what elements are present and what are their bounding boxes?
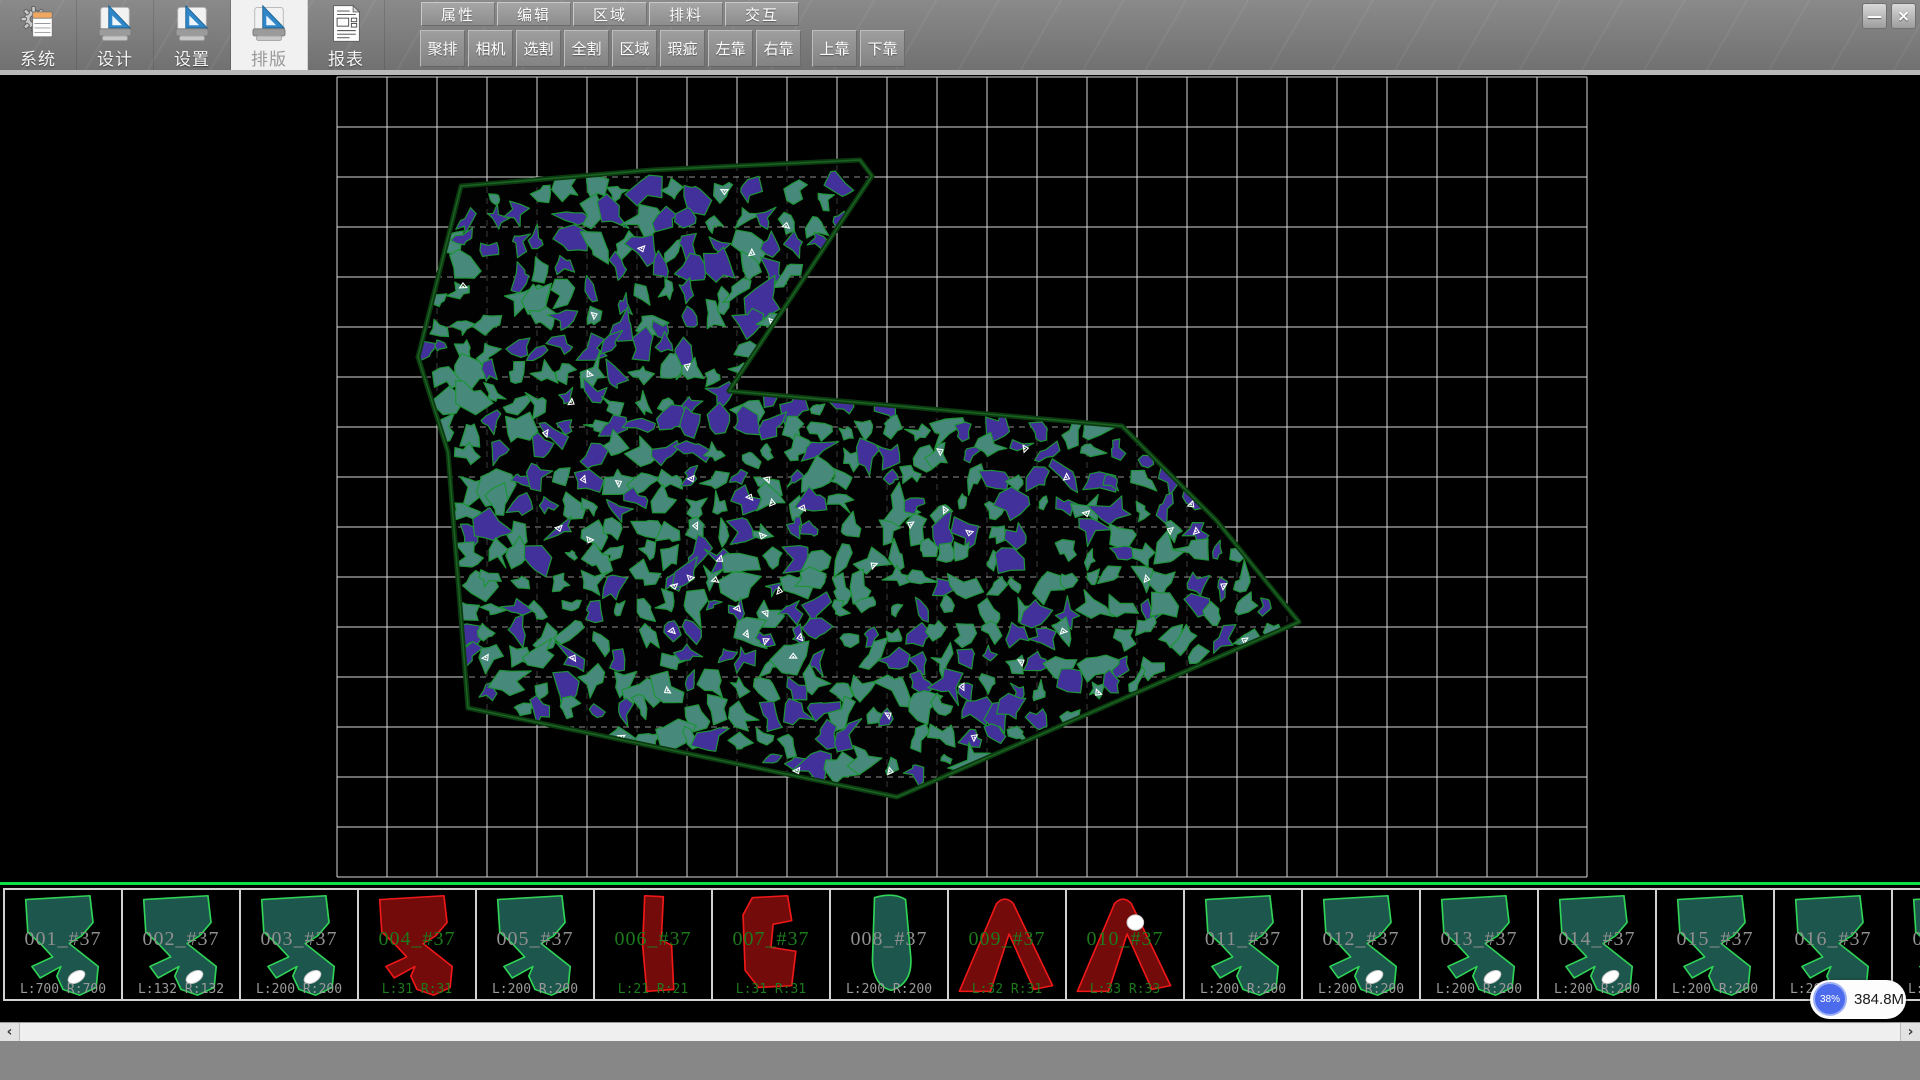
piece-shape [949,890,1065,999]
thumbnail-cell[interactable]: 014_#37L:200 R:200 [1537,888,1657,1001]
module-bar: 系统 设计 设置 排版 报表 [0,0,385,70]
tab-interact[interactable]: 交互 [725,2,799,26]
set-square-icon [92,3,138,44]
nesting-canvas[interactable] [0,75,1920,882]
module-label: 设置 [174,45,210,70]
scroll-left-button[interactable]: ‹ [0,1023,20,1041]
window-controls: — × [1862,3,1916,29]
tool-region[interactable]: 区域 [612,30,657,67]
memory-status-pill: 38% 384.8M [1810,980,1906,1019]
thumbnail-cell[interactable]: 012_#37L:200 R:200 [1301,888,1421,1001]
piece-shape [713,890,829,999]
thumbnail-cell[interactable]: 001_#37L:700 R:700 [3,888,123,1001]
thumbnail-cell[interactable]: 006_#37L:21 R:21 [593,888,713,1001]
module-label: 系统 [20,45,56,70]
tool-defect[interactable]: 瑕疵 [660,30,705,67]
tab-nesting[interactable]: 排料 [649,2,723,26]
piece-shape [1067,890,1183,999]
thumbnail-cell[interactable]: 005_#37L:200 R:200 [475,888,595,1001]
module-design[interactable]: 设计 [77,0,154,70]
piece-shape [1185,890,1301,999]
module-label: 设计 [97,45,133,70]
module-label: 排版 [251,45,287,70]
set-square-icon [169,3,215,44]
module-layout[interactable]: 排版 [231,0,308,70]
module-system[interactable]: 系统 [0,0,77,70]
piece-shape [1421,890,1537,999]
tool-cut-all[interactable]: 全割 [564,30,609,67]
report-doc-icon [323,3,369,44]
tab-properties[interactable]: 属性 [421,2,495,26]
tool-camera[interactable]: 相机 [468,30,513,67]
piece-shape [831,890,947,999]
tool-snap-down[interactable]: 下靠 [860,30,905,67]
piece-shape [5,890,121,999]
piece-shape [241,890,357,999]
module-settings[interactable]: 设置 [154,0,231,70]
thumbnail-cell[interactable]: 010_#37L:33 R:33 [1065,888,1185,1001]
piece-shape [1303,890,1419,999]
tab-region[interactable]: 区域 [573,2,647,26]
thumbnail-cell[interactable]: 009_#37L:32 R:31 [947,888,1067,1001]
piece-shape [595,890,711,999]
piece-shape [477,890,593,999]
piece-thumbnail-strip: 001_#37L:700 R:700002_#37L:132 R:132003_… [0,882,1920,1003]
memory-value: 384.8M [1854,980,1904,1019]
tool-snap-left[interactable]: 左靠 [708,30,753,67]
thumbnail-cell[interactable]: 004_#37L:31 R:31 [357,888,477,1001]
tab-edit[interactable]: 编辑 [497,2,571,26]
close-button[interactable]: × [1891,3,1916,29]
piece-shape [123,890,239,999]
tool-snap-up[interactable]: 上靠 [812,30,857,67]
module-report[interactable]: 报表 [308,0,385,70]
minimize-button[interactable]: — [1862,3,1887,29]
set-square-icon [246,3,292,44]
tool-cluster-nest[interactable]: 聚排 [420,30,465,67]
piece-shape [359,890,475,999]
thumbnail-cell[interactable]: 013_#37L:200 R:200 [1419,888,1539,1001]
thumbnail-cell[interactable]: 008_#37L:200 R:200 [829,888,949,1001]
thumbnail-cell[interactable]: 003_#37L:200 R:200 [239,888,359,1001]
thumbnail-cell[interactable]: 007_#37L:31 R:31 [711,888,831,1001]
scroll-right-button[interactable]: › [1900,1023,1920,1041]
piece-shape [1539,890,1655,999]
tool-select-cut[interactable]: 选割 [516,30,561,67]
menu-tab-row: 属性编辑区域排料交互 [421,2,801,26]
thumbnail-cell[interactable]: 015_#37L:200 R:200 [1655,888,1775,1001]
thumbnail-cell[interactable]: 002_#37L:132 R:132 [121,888,241,1001]
module-label: 报表 [328,45,364,70]
piece-shape [1657,890,1773,999]
titlebar: 系统 设计 设置 排版 报表 属性编辑区域排料交互 聚排相机选割全割区域瑕疵左靠… [0,0,1920,70]
thumbnail-cell[interactable]: 011_#37L:200 R:200 [1183,888,1303,1001]
horizontal-scrollbar[interactable]: ‹ › [0,1022,1920,1041]
tool-snap-right[interactable]: 右靠 [756,30,801,67]
system-gear-icon [15,3,61,44]
tool-button-row: 聚排相机选割全割区域瑕疵左靠右靠上靠下靠 [420,30,908,67]
window-bottom-bar [0,1041,1920,1080]
progress-badge: 38% [1813,982,1847,1016]
